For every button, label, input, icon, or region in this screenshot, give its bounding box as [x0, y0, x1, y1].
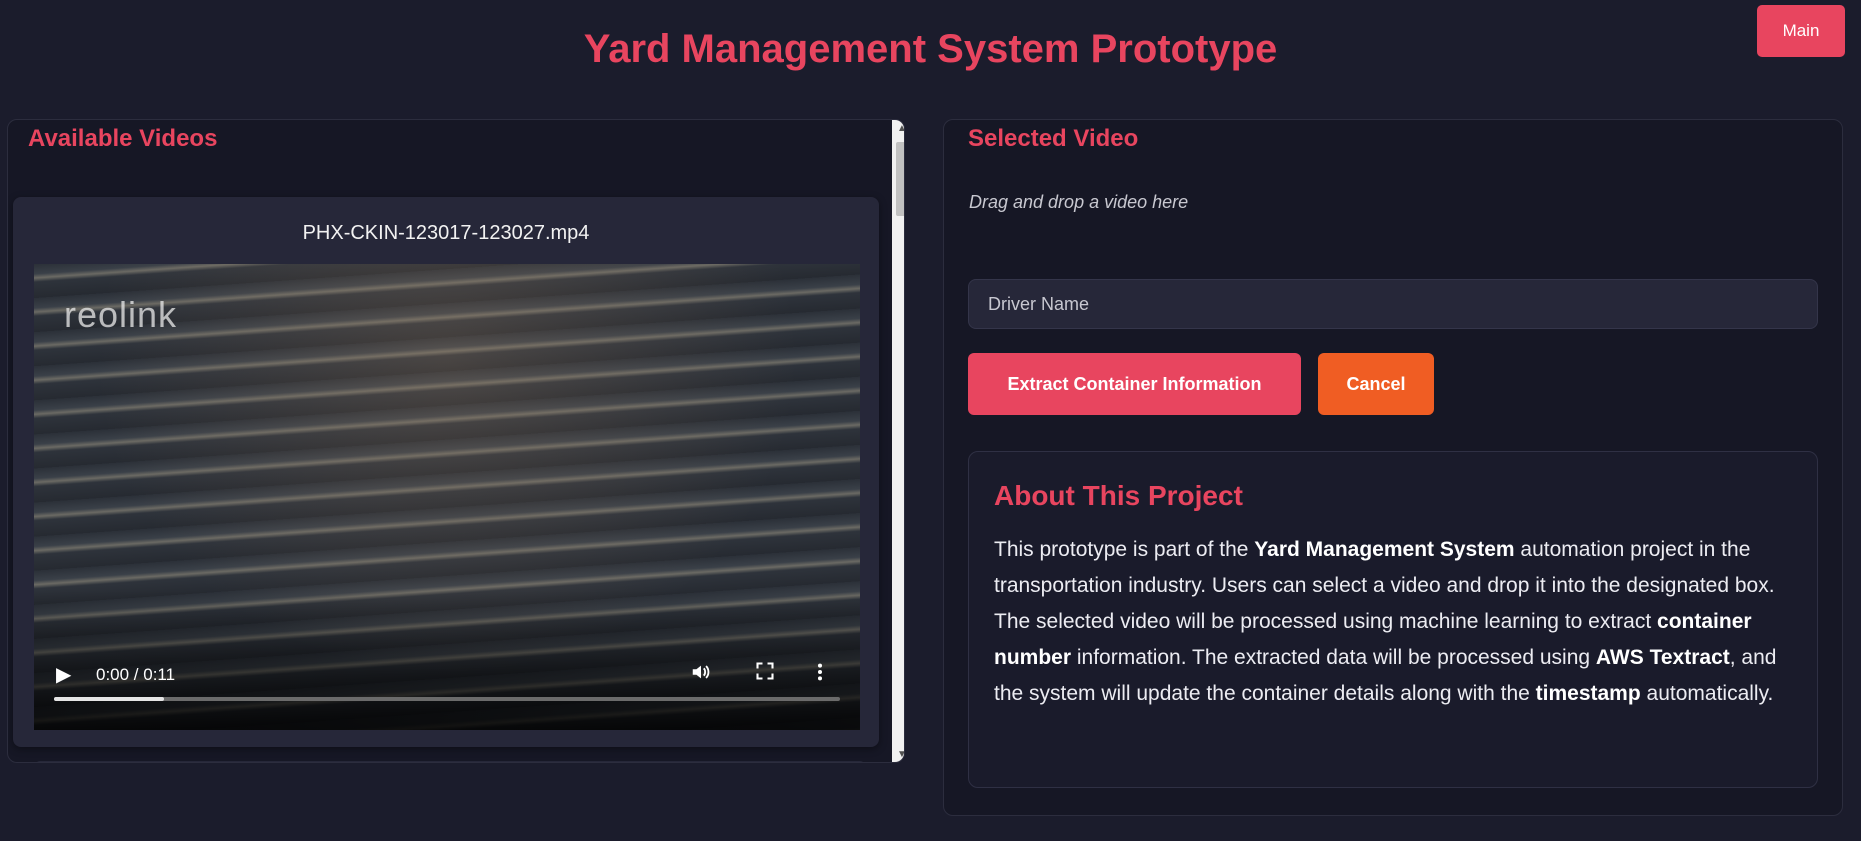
scrollbar[interactable]: ▲ ▼ [892, 120, 904, 762]
selected-video-panel: Selected Video Drag and drop a video her… [943, 119, 1843, 816]
extract-container-button[interactable]: Extract Container Information [968, 353, 1301, 415]
scroll-down-arrow-icon[interactable]: ▼ [892, 746, 904, 762]
video-filename: PHX-CKIN-123017-123027.mp4 [302, 222, 590, 244]
video-card[interactable]: PHX-CKIN-123017-123027.mp4 reolink ▶ 0:0… [13, 197, 879, 747]
volume-icon[interactable] [690, 661, 712, 689]
available-videos-panel: Available Videos PHX-CKIN-123017-123027.… [7, 119, 905, 763]
about-description: This prototype is part of the Yard Manag… [994, 538, 1777, 705]
main-button[interactable]: Main [1757, 5, 1845, 57]
video-time: 0:00 / 0:11 [96, 665, 176, 684]
about-title: About This Project [994, 480, 1243, 511]
video-progress-fill [54, 697, 165, 701]
scroll-thumb[interactable] [896, 142, 904, 216]
video-player[interactable]: reolink ▶ 0:00 / 0:11 [34, 264, 860, 730]
watermark-logo: reolink [64, 294, 178, 335]
driver-name-input[interactable] [968, 279, 1818, 329]
video-card-next[interactable] [35, 761, 865, 762]
drop-zone-hint[interactable]: Drag and drop a video here [969, 192, 1188, 213]
about-project-box: About This Project This prototype is par… [968, 451, 1818, 788]
fullscreen-icon[interactable] [755, 661, 775, 687]
video-progress-bar[interactable] [54, 697, 840, 701]
page-title: Yard Management System Prototype [583, 27, 1278, 71]
more-vert-icon[interactable] [816, 661, 824, 689]
play-icon[interactable]: ▶ [56, 662, 71, 687]
scroll-up-arrow-icon[interactable]: ▲ [892, 120, 904, 138]
selected-video-heading: Selected Video [968, 125, 1139, 152]
cancel-button[interactable]: Cancel [1318, 353, 1434, 415]
available-videos-heading: Available Videos [28, 125, 218, 152]
